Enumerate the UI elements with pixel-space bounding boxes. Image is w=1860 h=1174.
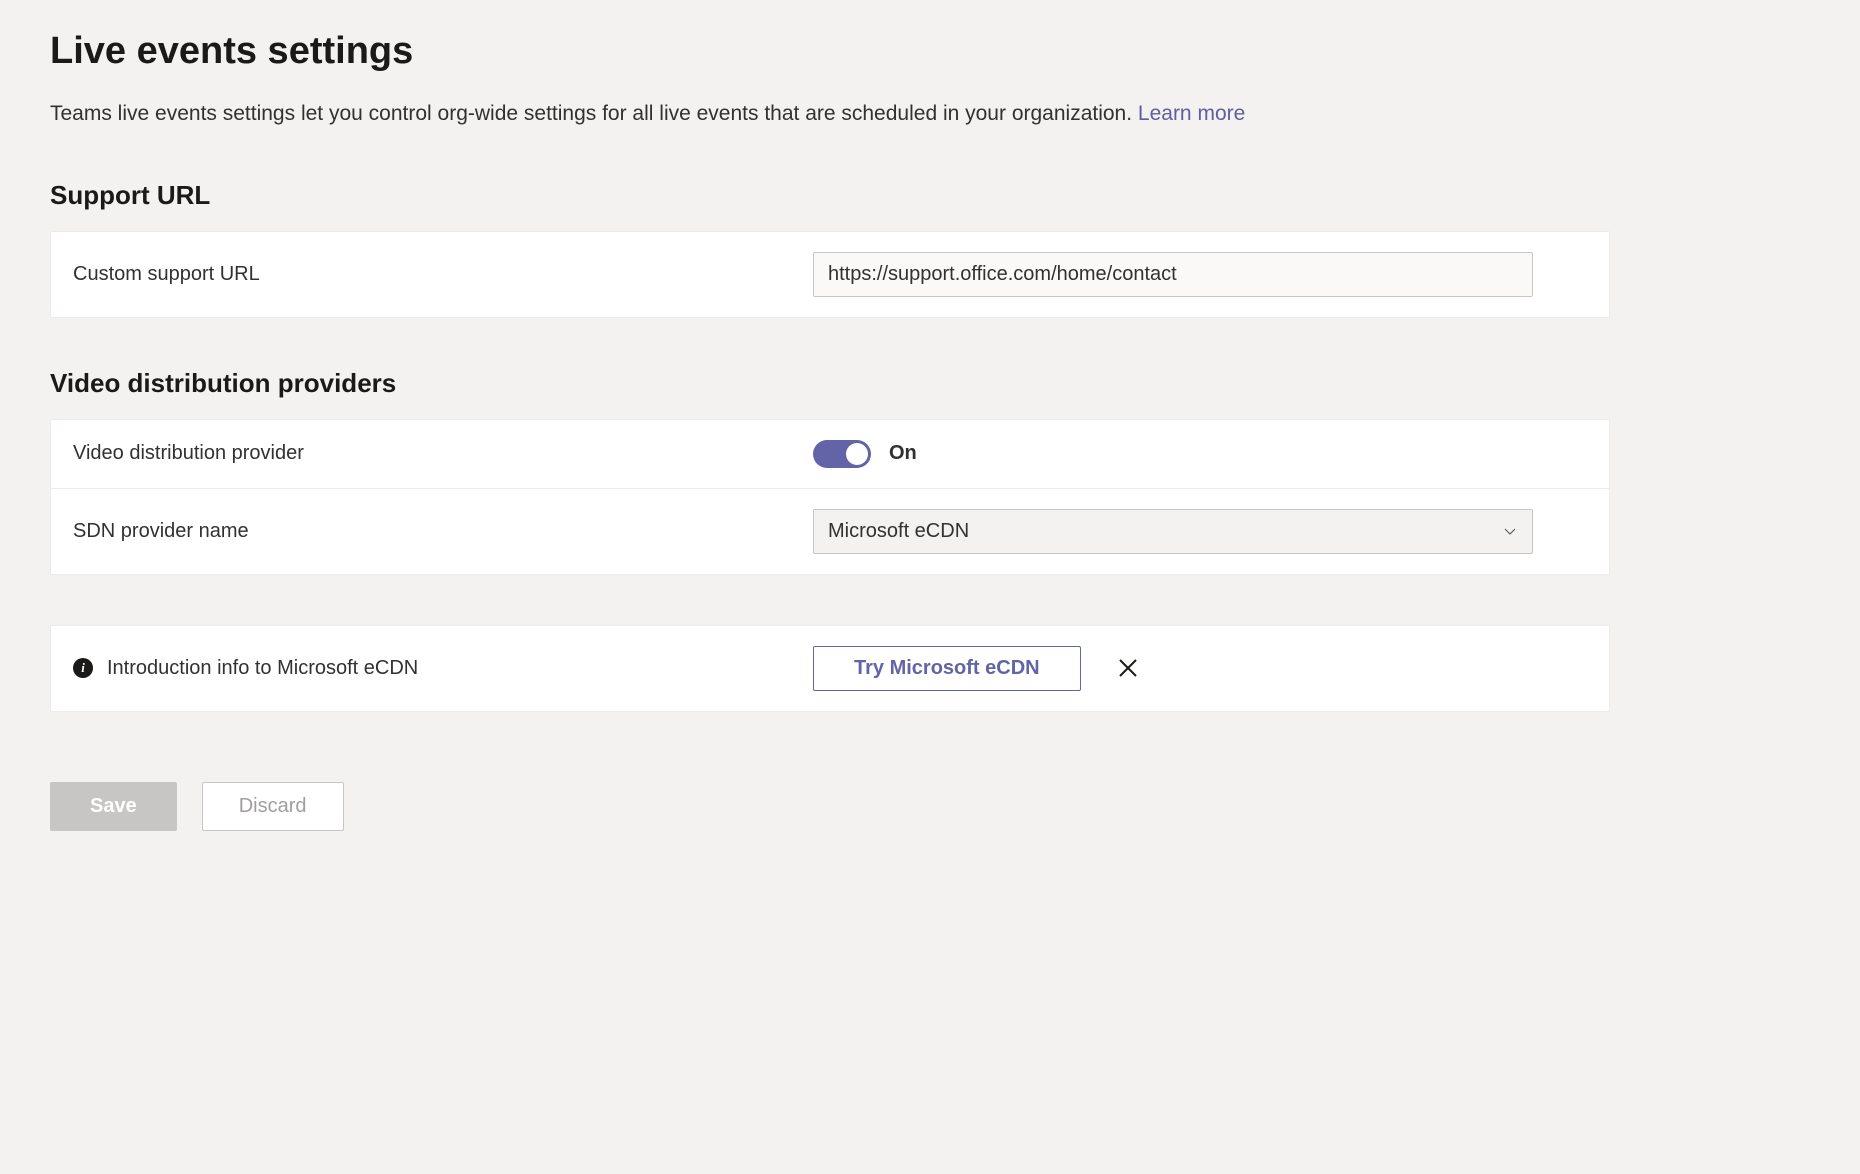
sdn-provider-label: SDN provider name (73, 520, 813, 543)
description-text: Teams live events settings let you contr… (50, 102, 1138, 125)
save-button[interactable]: Save (50, 782, 177, 831)
support-url-input[interactable] (813, 252, 1533, 297)
video-provider-toggle-label: Video distribution provider (73, 442, 813, 465)
learn-more-link[interactable]: Learn more (1138, 102, 1245, 125)
support-url-section-title: Support URL (50, 180, 1810, 211)
support-url-control (813, 252, 1587, 297)
select-display: Microsoft eCDN (813, 509, 1533, 554)
sdn-provider-control: Microsoft eCDN (813, 509, 1587, 554)
discard-button[interactable]: Discard (202, 782, 344, 831)
close-icon (1117, 657, 1139, 679)
chevron-down-icon (1502, 523, 1518, 539)
sdn-provider-row: SDN provider name Microsoft eCDN (51, 489, 1609, 574)
info-icon: i (73, 658, 93, 678)
toggle-state-label: On (889, 442, 917, 465)
video-providers-section-title: Video distribution providers (50, 368, 1810, 399)
sdn-provider-select[interactable]: Microsoft eCDN (813, 509, 1533, 554)
info-text: Introduction info to Microsoft eCDN (107, 657, 813, 680)
page-description: Teams live events settings let you contr… (50, 98, 1470, 130)
support-url-card: Custom support URL (50, 231, 1610, 318)
try-ecdn-button[interactable]: Try Microsoft eCDN (813, 646, 1081, 691)
video-provider-toggle-row: Video distribution provider On (51, 420, 1609, 489)
video-provider-toggle-control: On (813, 440, 1587, 468)
video-provider-toggle[interactable] (813, 440, 871, 468)
info-row: i Introduction info to Microsoft eCDN Tr… (51, 626, 1609, 711)
support-url-label: Custom support URL (73, 263, 813, 286)
action-buttons: Save Discard (50, 782, 1810, 831)
video-providers-card: Video distribution provider On SDN provi… (50, 419, 1610, 575)
close-banner-button[interactable] (1111, 651, 1145, 685)
info-banner: i Introduction info to Microsoft eCDN Tr… (50, 625, 1610, 712)
toggle-container: On (813, 440, 1587, 468)
toggle-knob (846, 443, 868, 465)
support-url-row: Custom support URL (51, 232, 1609, 317)
select-value: Microsoft eCDN (828, 520, 969, 543)
page-title: Live events settings (50, 30, 1810, 73)
